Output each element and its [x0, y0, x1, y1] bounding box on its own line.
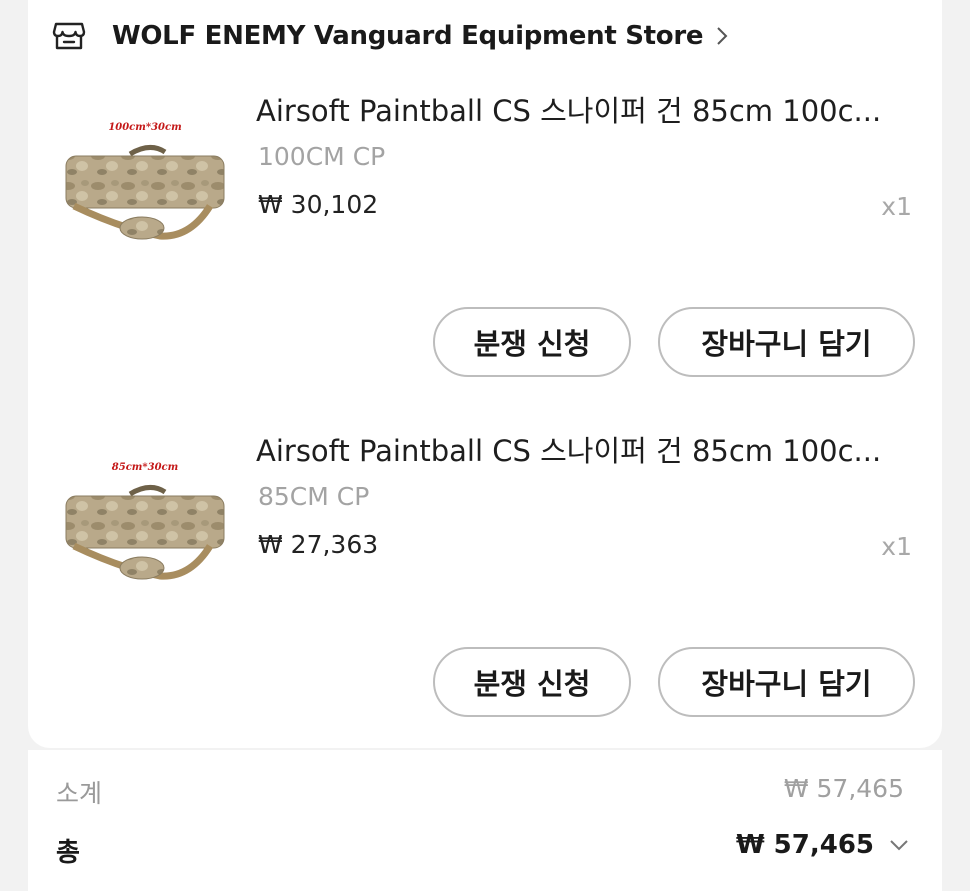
total-toggle[interactable]: ₩ 57,465	[736, 830, 910, 860]
subtotal-value: ₩ 57,465	[783, 774, 904, 803]
product-variant: 85CM CP	[258, 482, 370, 511]
product-quantity: x1	[881, 192, 912, 221]
dispute-button[interactable]: 분쟁 신청	[433, 647, 631, 717]
product-quantity: x1	[881, 532, 912, 561]
store-header[interactable]: WOLF ENEMY Vanguard Equipment Store	[52, 14, 729, 58]
total-label: 총	[56, 838, 80, 868]
store-icon	[52, 20, 86, 52]
gun-bag-picture	[65, 145, 225, 240]
product-image[interactable]: 85cm*30cm	[60, 428, 230, 618]
product-title[interactable]: Airsoft Paintball CS 스나이퍼 건 85cm 100c...	[256, 88, 916, 130]
dispute-button[interactable]: 분쟁 신청	[433, 307, 631, 377]
order-summary: 소계 ₩ 57,465 총 ₩ 57,465	[28, 750, 942, 891]
product-image-size-tag: 85cm*30cm	[111, 462, 179, 473]
order-card: WOLF ENEMY Vanguard Equipment Store 100c…	[28, 0, 942, 748]
total-value: ₩ 57,465	[735, 830, 874, 860]
product-variant: 100CM CP	[258, 142, 386, 171]
product-image-size-tag: 100cm*30cm	[108, 122, 182, 133]
subtotal-label: 소계	[56, 779, 103, 808]
chevron-down-icon[interactable]	[888, 838, 910, 852]
order-item: 85cm*30cm Airsoft Paintball CS 스나이퍼 건 85…	[28, 418, 942, 758]
store-name[interactable]: WOLF ENEMY Vanguard Equipment Store	[112, 21, 704, 51]
product-price: ₩ 27,363	[258, 530, 379, 559]
add-to-cart-button[interactable]: 장바구니 담기	[658, 307, 915, 377]
add-to-cart-button[interactable]: 장바구니 담기	[658, 647, 915, 717]
product-title[interactable]: Airsoft Paintball CS 스나이퍼 건 85cm 100c...	[256, 428, 916, 470]
product-image[interactable]: 100cm*30cm	[60, 88, 230, 278]
chevron-right-icon[interactable]	[715, 23, 729, 49]
product-price: ₩ 30,102	[258, 190, 379, 219]
gun-bag-picture	[65, 485, 225, 580]
order-item: 100cm*30cm Airsoft Paintball CS 스나이퍼 건 8…	[28, 78, 942, 418]
